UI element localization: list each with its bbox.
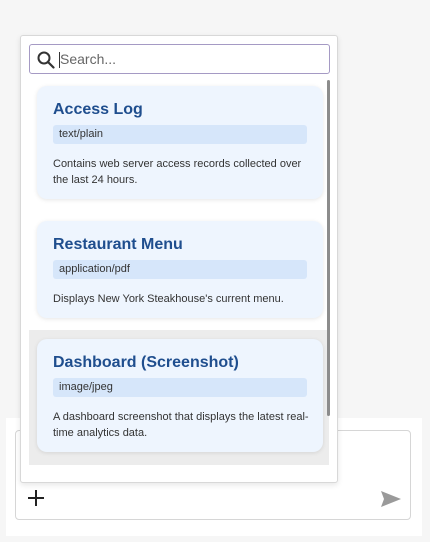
resource-title: Access Log [53, 101, 143, 118]
mime-type-badge: application/pdf [53, 260, 307, 279]
resource-title: Dashboard (Screenshot) [53, 354, 239, 371]
list-item[interactable]: Access Log text/plain Contains web serve… [29, 80, 329, 210]
resource-description: Displays New York Steakhouse's current m… [53, 293, 284, 305]
resource-title: Restaurant Menu [53, 236, 183, 253]
list-item-selected[interactable]: Dashboard (Screenshot) image/jpeg A dash… [29, 330, 329, 465]
resource-picker-popup: Access Log text/plain Contains web serve… [20, 35, 338, 483]
resource-card[interactable]: Access Log text/plain Contains web serve… [37, 86, 323, 199]
resource-card[interactable]: Dashboard (Screenshot) image/jpeg A dash… [37, 339, 323, 452]
mime-type-badge: image/jpeg [53, 378, 307, 397]
list-item[interactable]: Restaurant Menu application/pdf Displays… [29, 210, 329, 322]
mime-type-badge: text/plain [53, 125, 307, 144]
scrollbar[interactable] [327, 80, 330, 416]
send-icon[interactable] [380, 489, 402, 509]
search-box[interactable] [29, 44, 330, 74]
search-input[interactable] [60, 45, 322, 73]
resource-list: Access Log text/plain Contains web serve… [21, 80, 329, 482]
resource-card[interactable]: Restaurant Menu application/pdf Displays… [37, 221, 323, 318]
search-icon [37, 51, 55, 69]
plus-icon[interactable] [26, 488, 46, 508]
resource-description: Contains web server access records colle… [53, 158, 302, 186]
resource-description: A dashboard screenshot that displays the… [53, 411, 309, 439]
